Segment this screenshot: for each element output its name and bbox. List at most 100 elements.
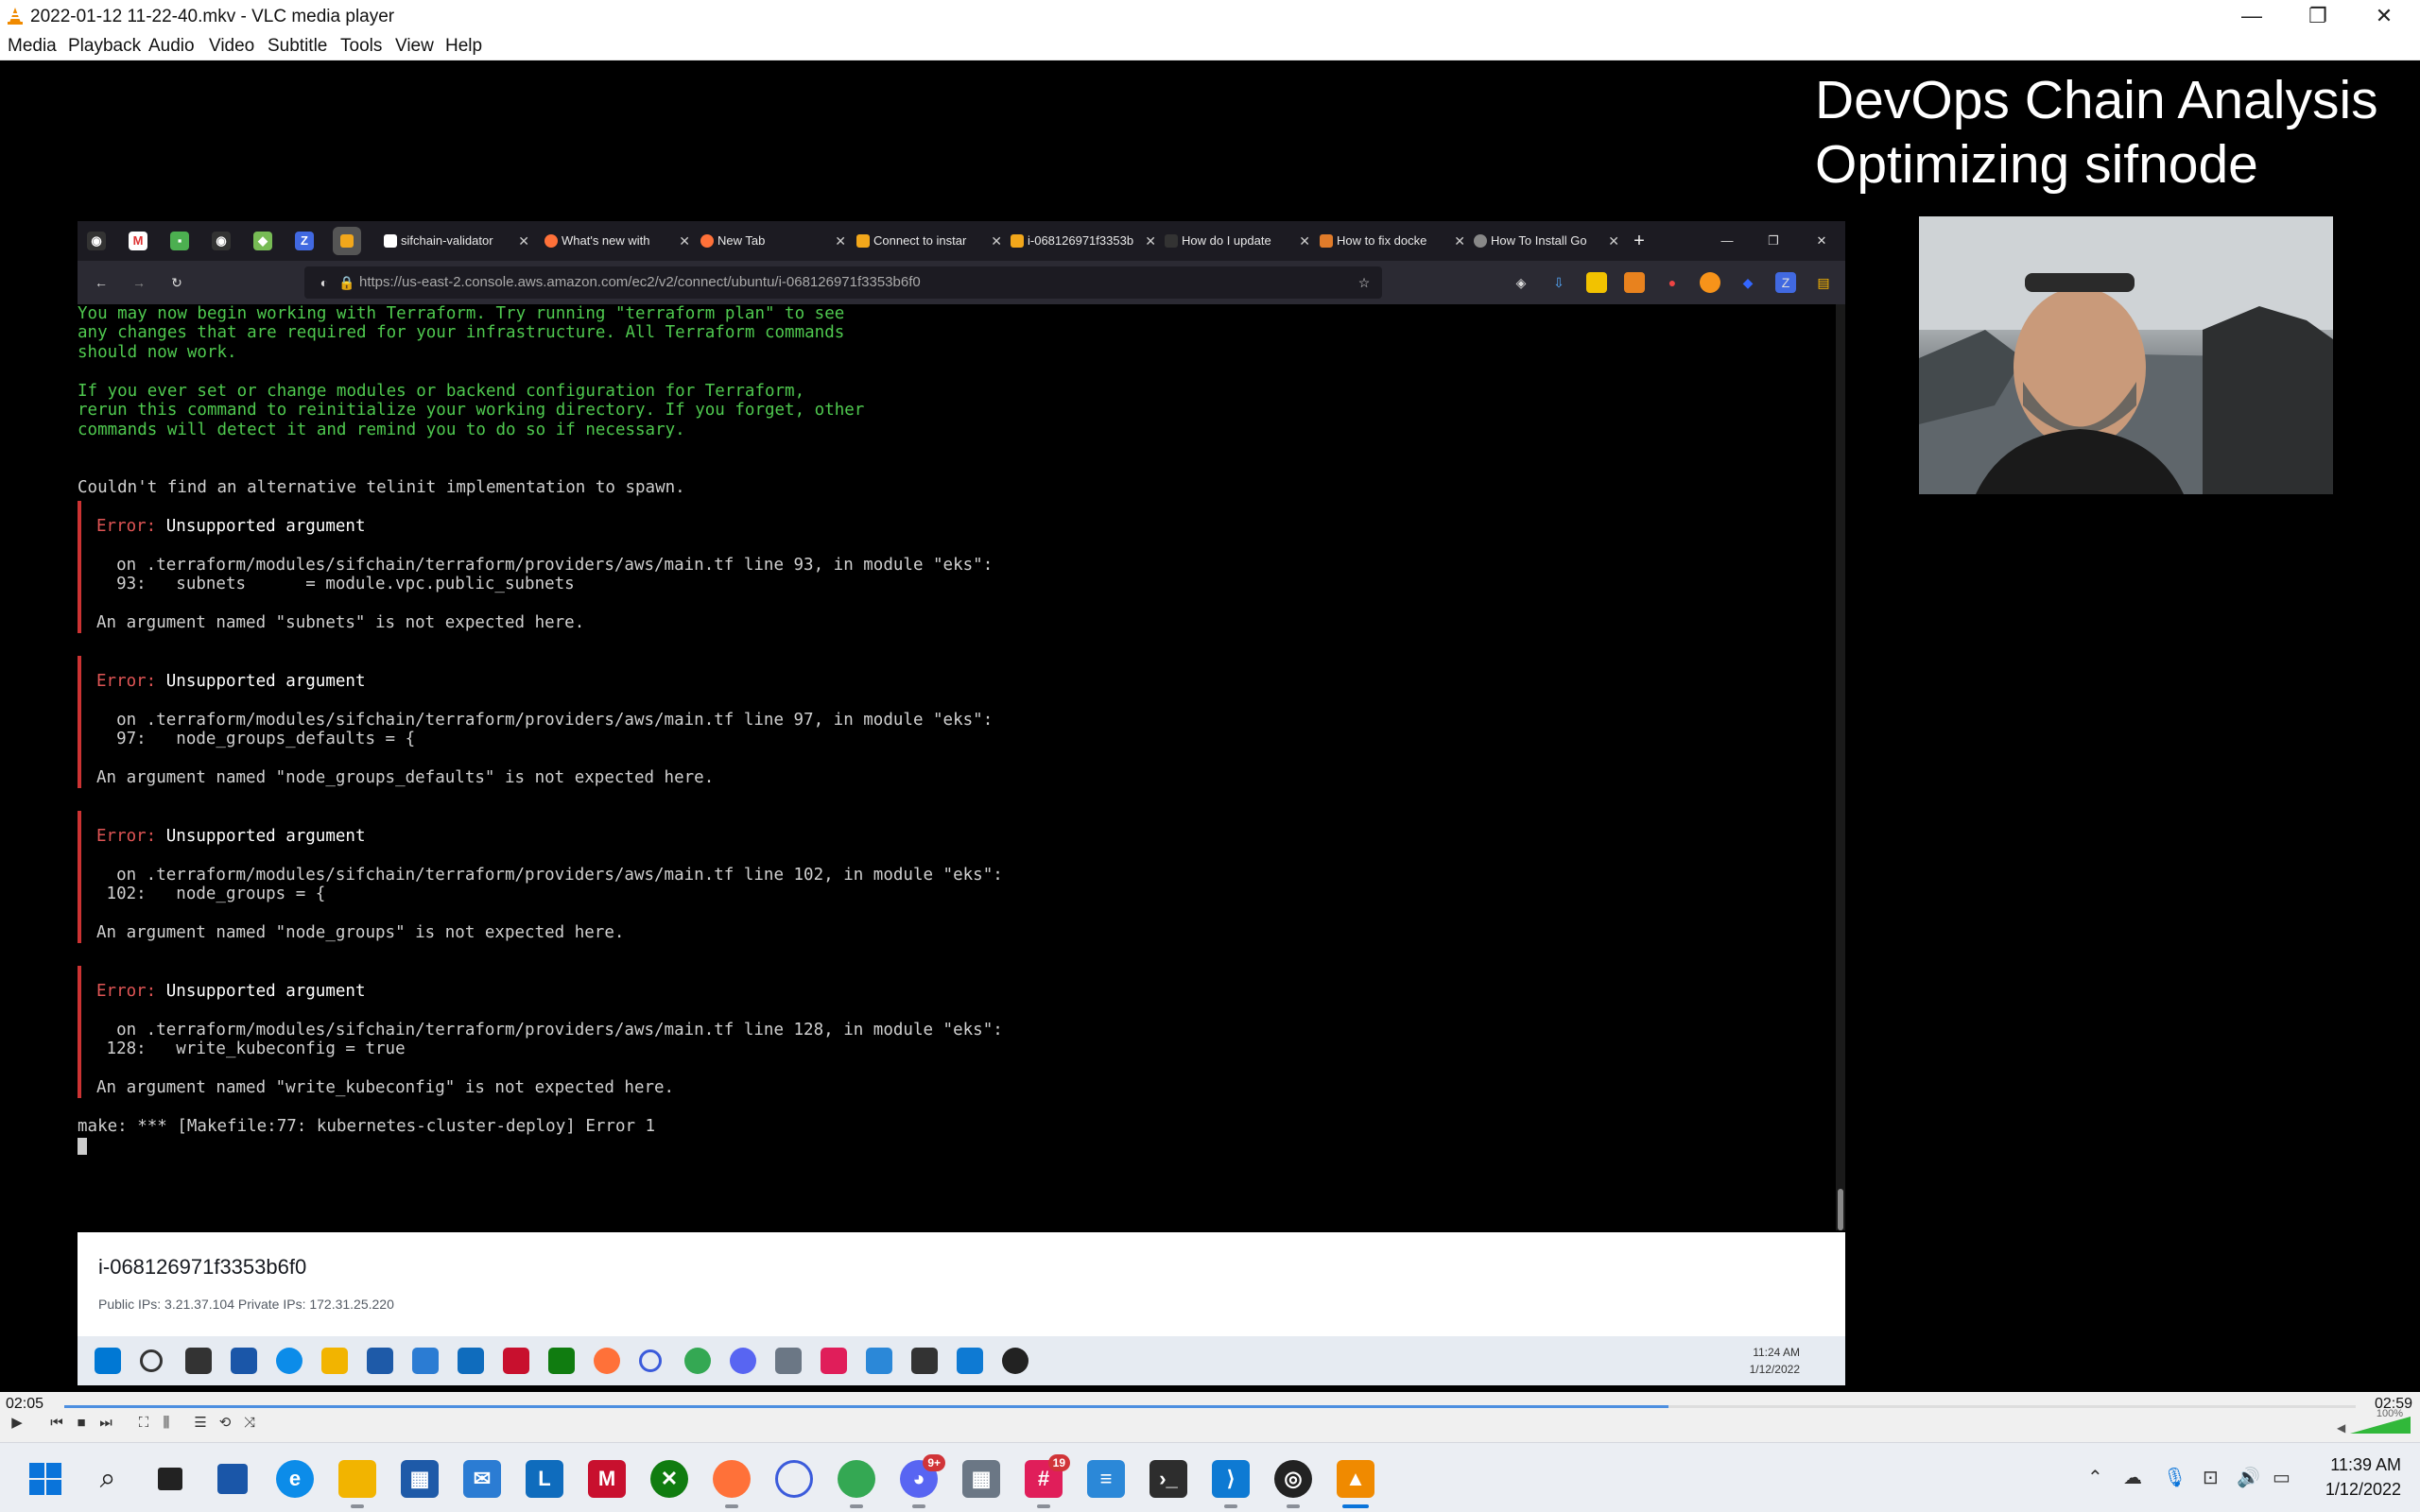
close-button[interactable]: ✕ xyxy=(2356,2,2412,30)
browser-tab[interactable]: New Tab ✕ xyxy=(697,226,848,256)
chrome-icon[interactable] xyxy=(838,1460,875,1498)
menu-view[interactable]: View xyxy=(395,36,434,57)
zoom-extension-icon[interactable]: Z xyxy=(1775,272,1796,293)
menu-help[interactable]: Help xyxy=(445,36,482,57)
terminal-output[interactable]: You may now begin working with Terraform… xyxy=(78,304,1836,1230)
tab-close-icon[interactable]: ✕ xyxy=(1454,226,1465,256)
github-icon[interactable]: ◉ xyxy=(212,232,231,250)
extension-icon[interactable]: ◆ xyxy=(1737,272,1758,293)
scrollbar-thumb[interactable] xyxy=(1838,1189,1843,1230)
battery-icon[interactable]: ▭ xyxy=(2273,1466,2290,1489)
extensions-menu-icon[interactable]: ▤ xyxy=(1813,272,1834,293)
menu-subtitle[interactable]: Subtitle xyxy=(268,36,327,57)
menu-audio[interactable]: Audio xyxy=(148,36,195,57)
tab-close-icon[interactable]: ✕ xyxy=(1608,226,1619,256)
next-icon[interactable]: ⏭ xyxy=(95,1412,117,1435)
stop-icon[interactable]: ■ xyxy=(70,1412,93,1435)
calculator-icon[interactable]: ▦ xyxy=(962,1460,1000,1498)
browser-tab[interactable]: How to fix docke ✕ xyxy=(1316,226,1467,256)
previous-icon[interactable]: ⏮ xyxy=(45,1412,68,1435)
tab-close-icon[interactable]: ✕ xyxy=(991,226,1002,256)
volume-slider[interactable]: ◀ 100% xyxy=(2337,1408,2412,1435)
tab-close-icon[interactable]: ✕ xyxy=(835,226,846,256)
minimize-button[interactable]: — xyxy=(2223,2,2280,30)
start-button[interactable] xyxy=(26,1460,64,1498)
back-arrow-icon[interactable]: ← xyxy=(91,272,112,293)
reload-icon[interactable]: ↻ xyxy=(166,272,187,293)
browser-tab[interactable]: How do I update ✕ xyxy=(1161,226,1312,256)
bookmark-star-icon[interactable]: ☆ xyxy=(1354,272,1374,293)
tab-close-icon[interactable]: ✕ xyxy=(679,226,690,256)
network-icon[interactable]: ⊡ xyxy=(2203,1466,2219,1489)
video-frame[interactable]: DevOps Chain Analysis Optimizing sifnode… xyxy=(0,60,2420,1392)
system-clock[interactable]: 11:39 AM 1/12/2022 xyxy=(2325,1452,2401,1502)
slack-icon[interactable]: #19 xyxy=(1025,1454,1070,1498)
tray-overflow-chevron-icon[interactable]: ⌃ xyxy=(2087,1466,2103,1489)
new-tab-button[interactable]: + xyxy=(1630,232,1649,250)
menu-playback[interactable]: Playback xyxy=(68,36,141,57)
obs-icon[interactable]: ◎ xyxy=(1274,1460,1312,1498)
task-view-icon[interactable] xyxy=(151,1460,189,1498)
chat-icon[interactable] xyxy=(775,1460,813,1498)
shield-app-icon[interactable]: M xyxy=(588,1460,626,1498)
forward-arrow-icon[interactable]: → xyxy=(129,272,149,293)
edge-icon[interactable]: e xyxy=(276,1460,314,1498)
menu-media[interactable]: Media xyxy=(8,36,57,57)
extension-icon[interactable] xyxy=(1586,272,1607,293)
gmail-icon[interactable]: M xyxy=(129,232,147,250)
widgets-icon[interactable] xyxy=(214,1460,251,1498)
restore-button[interactable]: ❐ xyxy=(2290,2,2346,30)
aws-pinned-tab-icon[interactable] xyxy=(333,227,361,255)
vlc-taskbar-icon[interactable]: ▲ xyxy=(1337,1460,1374,1498)
discord-icon[interactable]: ◕ 9+ xyxy=(900,1454,945,1498)
extended-settings-icon[interactable]: ⫼ xyxy=(155,1412,178,1435)
extension-icon[interactable] xyxy=(1700,272,1720,293)
error-location: on .terraform/modules/sifchain/terraform… xyxy=(96,1021,1003,1040)
browser-close-icon[interactable]: ✕ xyxy=(1812,232,1831,250)
extension-icon[interactable]: ▪ xyxy=(170,232,189,250)
extension-icon[interactable]: ● xyxy=(1662,272,1683,293)
shuffle-icon[interactable]: ⤨ xyxy=(238,1412,261,1435)
metamask-icon[interactable] xyxy=(1624,272,1645,293)
firefox-icon[interactable] xyxy=(713,1460,751,1498)
browser-restore-icon[interactable]: ❐ xyxy=(1764,232,1783,250)
fullscreen-icon[interactable]: ⛶ xyxy=(132,1412,155,1435)
play-icon[interactable]: ▶ xyxy=(6,1412,28,1435)
notepad-icon[interactable]: ≡ xyxy=(1087,1460,1125,1498)
tab-close-icon[interactable]: ✕ xyxy=(1145,226,1156,256)
xbox-icon xyxy=(548,1348,575,1374)
zoom-icon[interactable]: Z xyxy=(295,232,314,250)
tab-close-icon[interactable]: ✕ xyxy=(518,226,529,256)
tab-close-icon[interactable]: ✕ xyxy=(1299,226,1310,256)
browser-tab[interactable]: sifchain-validator ✕ xyxy=(380,226,531,256)
browser-tab[interactable]: What's new with ✕ xyxy=(541,226,692,256)
lock-icon[interactable]: 🔒 xyxy=(337,272,357,293)
xbox-icon[interactable]: ✕ xyxy=(650,1460,688,1498)
menu-video[interactable]: Video xyxy=(209,36,254,57)
loop-icon[interactable]: ⟲ xyxy=(214,1412,236,1435)
browser-tab[interactable]: How To Install Go ✕ xyxy=(1470,226,1621,256)
file-explorer-icon[interactable] xyxy=(338,1460,376,1498)
address-bar[interactable]: https://us-east-2.console.aws.amazon.com… xyxy=(304,266,1382,299)
mail-icon[interactable]: ✉ xyxy=(463,1460,501,1498)
app-icon[interactable]: ◆ xyxy=(253,232,272,250)
onedrive-icon[interactable]: ☁ xyxy=(2123,1466,2142,1489)
microphone-icon[interactable]: 🎙 xyxy=(2163,1466,2187,1489)
search-icon[interactable]: ⌕ xyxy=(89,1460,127,1498)
terminal-icon[interactable]: ›_ xyxy=(1150,1460,1187,1498)
download-icon[interactable]: ⇩ xyxy=(1548,272,1569,293)
github-icon[interactable]: ◉ xyxy=(87,232,106,250)
browser-minimize-icon[interactable]: — xyxy=(1718,232,1737,250)
app-l-icon[interactable]: L xyxy=(526,1460,563,1498)
menu-tools[interactable]: Tools xyxy=(340,36,382,57)
terminal-scrollbar[interactable] xyxy=(1836,304,1845,1230)
browser-tab[interactable]: Connect to instar ✕ xyxy=(853,226,1004,256)
error-message: An argument named "write_kubeconfig" is … xyxy=(96,1078,675,1097)
playlist-icon[interactable]: ☰ xyxy=(189,1412,212,1435)
pocket-icon[interactable]: ◈ xyxy=(1511,272,1531,293)
volume-icon[interactable]: 🔊 xyxy=(2237,1466,2260,1489)
store-icon[interactable]: ▦ xyxy=(401,1460,439,1498)
vscode-icon[interactable]: ⟩ xyxy=(1212,1460,1250,1498)
browser-tab[interactable]: i-068126971f3353b ✕ xyxy=(1007,226,1158,256)
shield-icon[interactable]: ◐ xyxy=(314,272,335,293)
